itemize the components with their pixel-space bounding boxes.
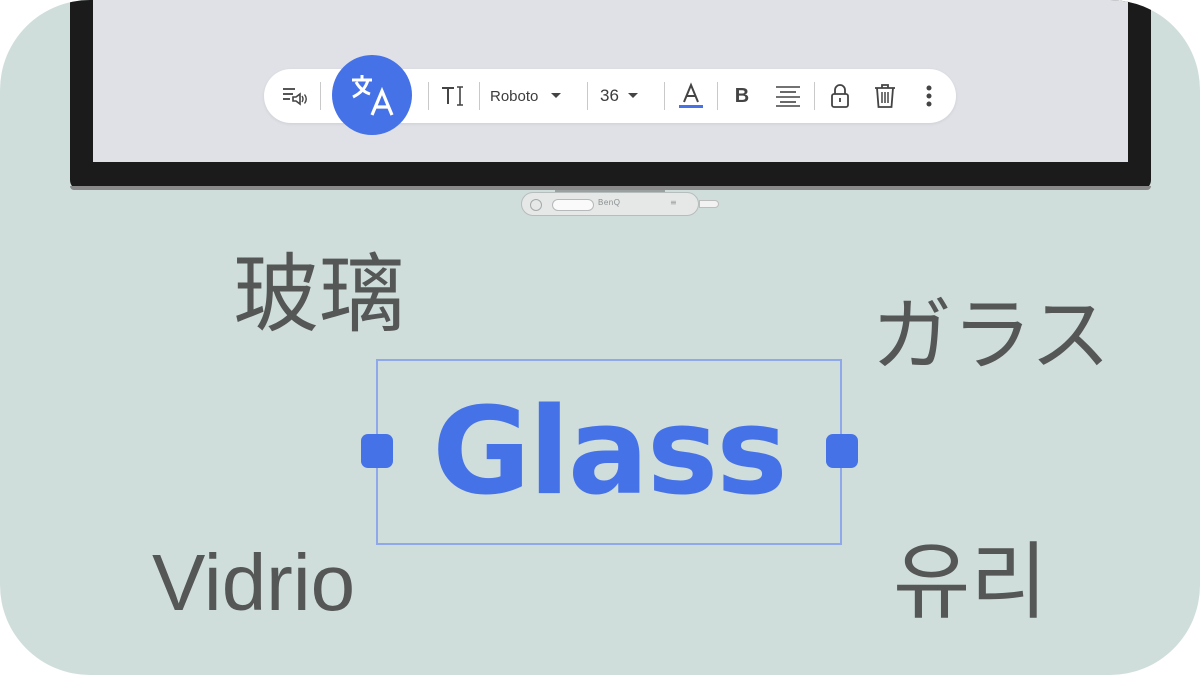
toolbar-divider [428,82,429,110]
tray-mark-icon: ≡ [670,198,677,207]
lock-button[interactable] [828,69,852,123]
bold-button[interactable]: B [730,69,754,123]
bold-icon: B [734,84,750,107]
resize-handle-right[interactable] [826,434,858,468]
font-size-value: 36 [600,86,619,105]
toolbar-divider [717,82,718,110]
text-to-speech-icon [283,88,307,106]
text-color-button[interactable] [676,69,706,123]
brand-logo: BenQ [598,198,621,207]
delete-button[interactable] [872,69,898,123]
translation-spanish: Vidrio [152,538,356,627]
translation-chinese: 玻璃 [233,245,405,345]
pen-tray: BenQ ≡ [521,192,699,216]
translation-japanese: ガラス [872,289,1111,382]
toolbar-divider [814,82,815,110]
text-to-speech-button[interactable] [280,69,310,123]
background-card: Roboto 36 B BenQ ≡ 玻璃 ガラス Vidrio 유리 Glas… [0,0,1200,675]
text-style-button[interactable] [440,69,466,123]
translate-icon [352,75,394,116]
font-family-value: Roboto [490,87,539,105]
toolbar-divider [587,82,588,110]
text-color-icon [679,82,703,108]
align-center-button[interactable] [774,69,802,123]
toolbar-divider [479,82,480,110]
tray-slot [552,199,594,211]
dropdown-caret-icon [551,93,562,98]
toolbar-divider [664,82,665,110]
translation-korean: 유리 [893,533,1048,631]
trash-icon [875,84,895,108]
align-center-icon [776,86,800,107]
dropdown-caret-icon [627,93,638,98]
text-style-icon [442,86,463,106]
more-vert-icon [926,85,932,107]
toolbar-divider [320,82,321,110]
resize-handle-left[interactable] [361,434,393,468]
pen-tip [699,200,719,208]
selected-text-object[interactable]: Glass [376,359,842,545]
font-size-dropdown[interactable]: 36 [600,69,650,123]
more-options-button[interactable] [918,69,940,123]
translate-button[interactable] [332,55,412,135]
tray-button [530,199,542,211]
font-family-dropdown[interactable]: Roboto [490,69,576,123]
lock-icon [831,84,849,108]
